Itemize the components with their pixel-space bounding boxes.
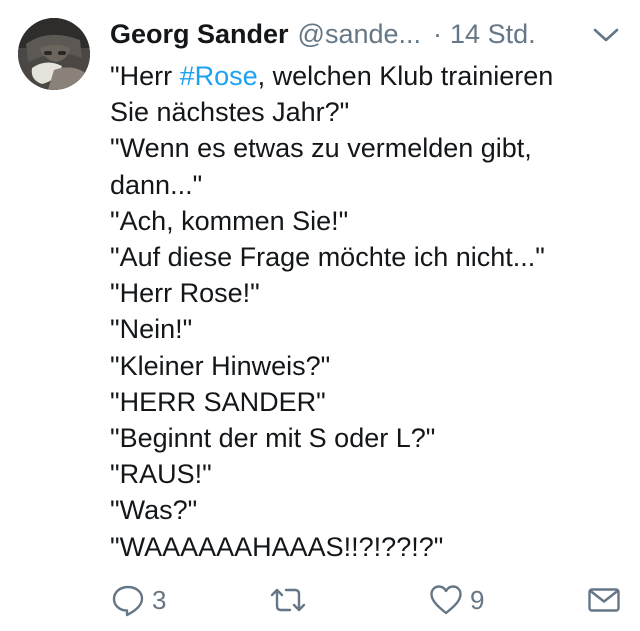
tweet-line: "WAAAAAAHAAAS!!?!??!?" <box>110 531 444 562</box>
tweet-line: "Ach, kommen Sie!" <box>110 205 349 236</box>
tweet-line: "Beginnt der mit S oder L?" <box>110 423 436 454</box>
envelope-icon <box>588 588 620 612</box>
tweet-line: "Kleiner Hinweis?" <box>110 350 331 381</box>
direct-message-button[interactable] <box>586 580 622 620</box>
avatar[interactable] <box>18 18 90 90</box>
tweet-line: "Herr Rose!" <box>110 278 260 309</box>
heart-icon <box>430 585 462 615</box>
tweet-line: dann..." <box>110 169 203 200</box>
author-handle[interactable]: @sande... <box>298 19 421 50</box>
tweet-line: "Auf diese Frage möchte ich nicht..." <box>110 242 545 273</box>
tweet-line: "Was?" <box>110 495 198 526</box>
tweet-line: Sie nächstes Jahr?" <box>110 97 350 128</box>
tweet[interactable]: Georg Sander @sande... · 14 Std. "Herr #… <box>0 0 640 631</box>
chevron-down-icon <box>593 28 619 42</box>
reply-icon <box>112 585 144 617</box>
tweet-line: "RAUS!" <box>110 459 212 490</box>
retweet-button[interactable] <box>268 580 314 620</box>
tweet-line-prefix: "Herr <box>110 61 180 91</box>
avatar-photo <box>18 18 90 90</box>
retweet-icon <box>270 588 306 612</box>
hashtag-link[interactable]: #Rose <box>180 61 258 91</box>
tweet-line: "Herr #Rose, welchen Klub trainieren <box>110 58 620 94</box>
tweet-line: "HERR SANDER" <box>110 386 326 417</box>
timestamp[interactable]: 14 Std. <box>450 19 536 50</box>
like-button[interactable]: 9 <box>428 580 484 620</box>
reply-button[interactable]: 3 <box>110 580 166 620</box>
tweet-actions: 3 9 <box>110 580 630 620</box>
tweet-menu-button[interactable] <box>592 26 620 44</box>
tweet-header: Georg Sander @sande... · 14 Std. <box>110 14 536 54</box>
tweet-line: "Nein!" <box>110 314 193 345</box>
reply-count: 3 <box>152 584 167 615</box>
author-name[interactable]: Georg Sander <box>110 19 289 50</box>
separator-dot: · <box>433 18 443 49</box>
tweet-line: "Wenn es etwas zu vermelden gibt, <box>110 133 532 164</box>
tweet-text: "Herr #Rose, welchen Klub trainieren Sie… <box>110 58 620 565</box>
like-count: 9 <box>470 584 485 615</box>
tweet-line-suffix: , welchen Klub trainieren <box>257 61 554 91</box>
